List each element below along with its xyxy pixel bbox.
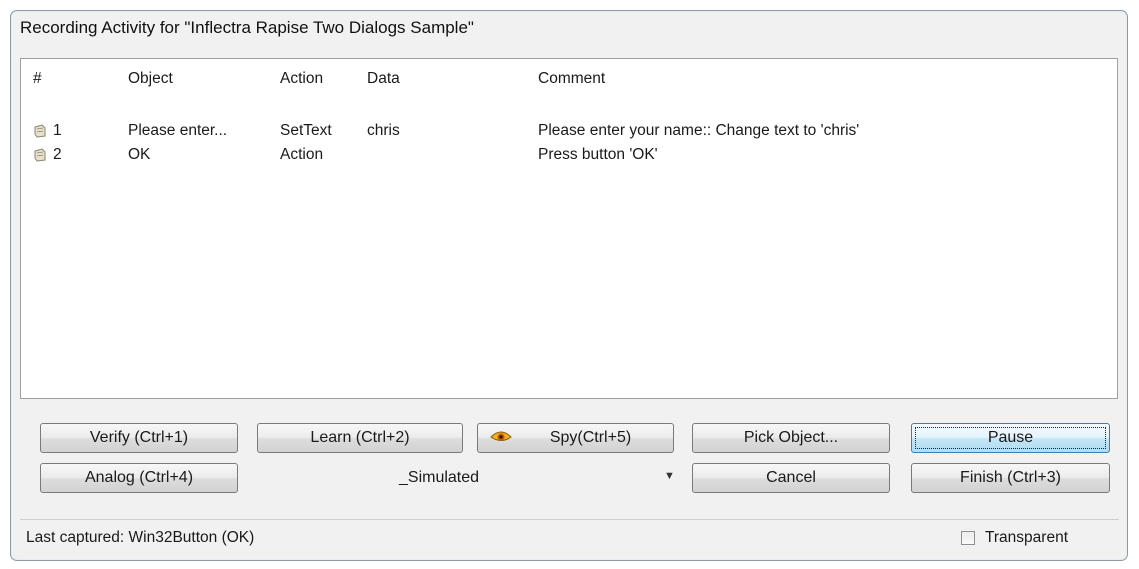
row-number: 2 — [53, 146, 62, 163]
recording-mode-select[interactable]: _Simulated ▼ — [246, 463, 682, 493]
pick-object-button[interactable]: Pick Object... — [692, 423, 890, 453]
record-step-icon — [34, 124, 46, 138]
column-header-comment[interactable]: Comment — [538, 70, 605, 88]
column-header-data[interactable]: Data — [367, 70, 400, 88]
transparent-checkbox-label[interactable]: Transparent — [985, 529, 1068, 547]
analog-button[interactable]: Analog (Ctrl+4) — [40, 463, 238, 493]
column-header-object[interactable]: Object — [128, 70, 173, 88]
column-header-action[interactable]: Action — [280, 70, 323, 88]
verify-button[interactable]: Verify (Ctrl+1) — [40, 423, 238, 453]
row-object: Please enter... — [128, 122, 228, 139]
row-number: 1 — [53, 122, 62, 139]
dropdown-arrow-icon[interactable]: ▼ — [664, 470, 675, 482]
table-row[interactable]: 1 Please enter... SetText chris Please e… — [21, 122, 1117, 146]
transparent-checkbox[interactable] — [961, 531, 975, 545]
row-comment: Press button 'OK' — [538, 146, 658, 163]
learn-button[interactable]: Learn (Ctrl+2) — [257, 423, 463, 453]
row-data: chris — [367, 122, 400, 139]
recorded-steps-list[interactable]: # Object Action Data Comment 1 Please en… — [20, 58, 1118, 399]
status-divider — [20, 519, 1119, 520]
focus-rectangle — [915, 427, 1106, 449]
finish-button[interactable]: Finish (Ctrl+3) — [911, 463, 1110, 493]
column-header-number[interactable]: # — [33, 70, 42, 88]
spy-button-label: Spy(Ctrl+5) — [549, 429, 632, 446]
row-action: Action — [280, 146, 324, 163]
spy-button[interactable]: Spy(Ctrl+5) — [477, 423, 674, 453]
cancel-button[interactable]: Cancel — [692, 463, 890, 493]
pause-button[interactable]: Pause — [911, 423, 1110, 453]
row-action: SetText — [280, 122, 332, 139]
recording-mode-value: _Simulated — [399, 469, 480, 486]
eye-icon — [490, 431, 512, 441]
table-row[interactable]: 2 OK Action Press button 'OK' — [21, 146, 1117, 170]
record-step-icon — [34, 148, 46, 162]
list-header: # Object Action Data Comment — [21, 59, 1117, 95]
row-comment: Please enter your name:: Change text to … — [538, 122, 860, 139]
row-object: OK — [128, 146, 151, 163]
window-title: Recording Activity for "Inflectra Rapise… — [20, 18, 474, 37]
last-captured-status: Last captured: Win32Button (OK) — [26, 529, 255, 546]
